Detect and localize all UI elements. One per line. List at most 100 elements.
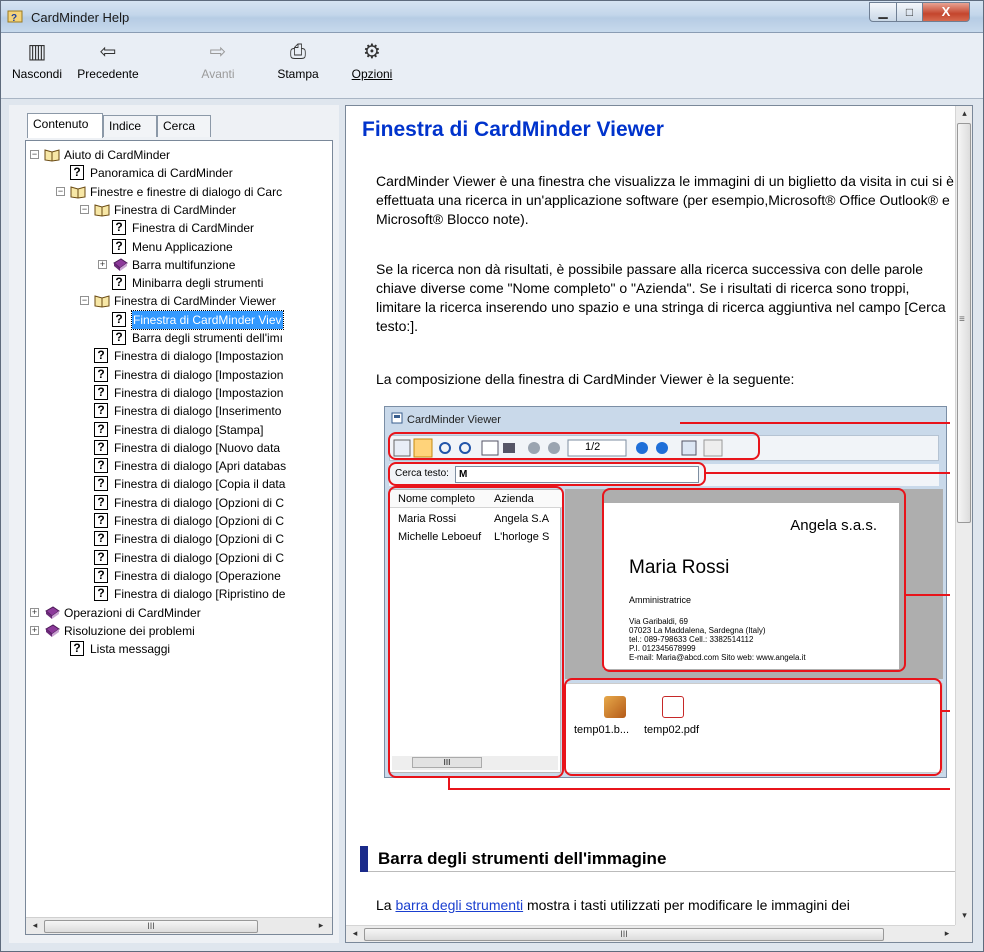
tree-item[interactable]: ? Finestra di dialogo [Operazione xyxy=(26,567,332,585)
tree-item[interactable]: ? Finestra di CardMinder Viev xyxy=(26,309,332,330)
tab-contents[interactable]: Contenuto xyxy=(27,113,103,138)
tree-item-label: Finestra di CardMinder Viev xyxy=(131,309,284,330)
forward-arrow-icon: ⇨ xyxy=(209,41,227,63)
callout-card xyxy=(602,488,906,672)
tree-item-label: Finestra di CardMinder Viewer xyxy=(114,294,276,309)
help-page-icon: ? xyxy=(94,421,108,437)
section-heading-toolbar: Barra degli strumenti dell'immagine xyxy=(360,846,956,872)
tree-item-label: Risoluzione dei problemi xyxy=(64,623,195,638)
tab-search[interactable]: Cerca xyxy=(157,115,211,137)
open-book-icon xyxy=(44,149,60,162)
title-bar[interactable]: ? CardMinder Help ▁ □ X xyxy=(1,1,983,33)
help-page-icon: ? xyxy=(94,567,108,583)
content-scroll-right-icon[interactable]: ▸ xyxy=(940,928,954,941)
tree-item[interactable]: + Barra multifunzione xyxy=(26,256,332,274)
scroll-thumb[interactable]: III xyxy=(44,920,258,933)
tree-item[interactable]: ? Finestra di dialogo [Impostazion xyxy=(26,366,332,384)
scroll-left-icon[interactable]: ◂ xyxy=(28,920,42,933)
tree-item[interactable]: + Risoluzione dei problemi xyxy=(26,622,332,640)
expand-icon[interactable]: + xyxy=(30,607,39,617)
scroll-up-icon[interactable]: ▴ xyxy=(958,108,971,122)
tree-item[interactable]: ? Finestra di dialogo [Ripristino de xyxy=(26,585,332,603)
help-page-icon: ? xyxy=(112,275,126,291)
tree-item-label: Finestra di dialogo [Copia il data xyxy=(114,477,286,492)
tree-item-label: Finestra di dialogo [Opzioni di C xyxy=(114,495,285,510)
layout-paragraph: La composizione della finestra di CardMi… xyxy=(376,371,795,387)
tree-item[interactable]: ? Menu Applicazione xyxy=(26,238,332,256)
expand-icon[interactable]: + xyxy=(30,625,39,635)
viewer-screenshot-figure: CardMinder Viewer 1/2 Cerca testo: M Nom… xyxy=(384,406,950,790)
expand-icon[interactable]: + xyxy=(98,259,107,269)
page-title: Finestra di CardMinder Viewer xyxy=(362,118,664,141)
tree-item[interactable]: ? Finestra di dialogo [Impostazion xyxy=(26,347,332,365)
scroll-down-icon[interactable]: ▾ xyxy=(958,910,971,924)
tree-item[interactable]: − Finestre e finestre di dialogo di Carc xyxy=(26,183,332,201)
collapse-icon[interactable]: − xyxy=(80,296,89,306)
help-page-icon: ? xyxy=(94,366,108,382)
closed-book-icon xyxy=(45,624,60,637)
back-button[interactable]: ⇦ Precedente xyxy=(69,37,147,81)
help-page-icon: ? xyxy=(94,476,108,492)
content-horizontal-scrollbar[interactable]: ◂ III ▸ xyxy=(346,925,956,942)
tree-item[interactable]: ? Finestra di dialogo [Copia il data xyxy=(26,475,332,493)
options-button[interactable]: ⚙ Opzioni xyxy=(345,37,399,81)
tree-item[interactable]: + Operazioni di CardMinder xyxy=(26,604,332,622)
tree-item[interactable]: ? Finestra di dialogo [Impostazion xyxy=(26,384,332,402)
collapse-icon[interactable]: − xyxy=(80,204,89,214)
callout-line-5b xyxy=(448,788,950,790)
tree-item[interactable]: ? Finestra di dialogo [Opzioni di C xyxy=(26,530,332,548)
printer-icon: ⎙ xyxy=(290,41,306,63)
tree-item[interactable]: ? Panoramica di CardMinder xyxy=(26,164,332,182)
collapse-icon[interactable]: − xyxy=(56,186,65,196)
tree-item[interactable]: − Finestra di CardMinder xyxy=(26,201,332,219)
content-vertical-scrollbar[interactable]: ▴ ≡ ▾ xyxy=(955,106,972,926)
tree-item[interactable]: ? Barra degli strumenti dell'imı xyxy=(26,329,332,347)
tree-item-label: Finestra di dialogo [Operazione xyxy=(114,568,281,583)
minimize-button[interactable]: ▁ xyxy=(869,2,897,22)
hide-button[interactable]: ▥ Nascondi xyxy=(3,37,71,81)
tree-item[interactable]: ? Finestra di dialogo [Nuovo data xyxy=(26,439,332,457)
intro-paragraph: CardMinder Viewer è una finestra che vis… xyxy=(376,173,954,227)
tree-item[interactable]: ? Finestra di dialogo [Stampa] xyxy=(26,421,332,439)
callout-files xyxy=(564,678,942,776)
tab-index[interactable]: Indice xyxy=(103,115,157,137)
tree-item[interactable]: ? Finestra di dialogo [Opzioni di C xyxy=(26,512,332,530)
tree-item-label: Finestre e finestre di dialogo di Carc xyxy=(90,184,283,199)
forward-button[interactable]: ⇨ Avanti xyxy=(191,37,245,81)
help-page-icon: ? xyxy=(94,494,108,510)
tree-horizontal-scrollbar[interactable]: ◂ III ▸ xyxy=(26,917,332,934)
help-page-icon: ? xyxy=(112,330,126,345)
contents-tree[interactable]: − Aiuto di CardMinder? Panoramica di CardM… xyxy=(25,140,333,935)
tree-item[interactable]: ? Finestra di dialogo [Apri databas xyxy=(26,457,332,475)
tree-item[interactable]: ? Lista messaggi xyxy=(26,640,332,658)
tree-item[interactable]: ? Finestra di dialogo [Opzioni di C xyxy=(26,549,332,567)
minimize-icon: ▁ xyxy=(878,5,888,19)
tree-item-label: Finestra di dialogo [Impostazion xyxy=(114,349,284,364)
tree-item[interactable]: ? Finestra di CardMinder xyxy=(26,219,332,237)
close-icon: X xyxy=(941,4,951,19)
vertical-scroll-thumb[interactable]: ≡ xyxy=(957,123,971,523)
help-page-icon: ? xyxy=(94,513,108,528)
tree-item[interactable]: ? Finestra di dialogo [Opzioni di C xyxy=(26,494,332,512)
callout-line-2 xyxy=(706,472,950,474)
callout-line-4 xyxy=(942,710,950,712)
window-title: CardMinder Help xyxy=(31,10,130,25)
tree-item-label: Finestra di dialogo [Impostazion xyxy=(114,367,284,382)
maximize-button[interactable]: □ xyxy=(896,2,923,22)
collapse-icon[interactable]: − xyxy=(30,150,39,159)
scroll-right-icon[interactable]: ▸ xyxy=(314,920,328,933)
tree-item[interactable]: ? Finestra di dialogo [Inserimento xyxy=(26,402,332,420)
tree-item-label: Finestra di dialogo [Opzioni di C xyxy=(114,550,285,565)
content-scroll-left-icon[interactable]: ◂ xyxy=(348,928,362,941)
content-scroll-thumb[interactable]: III xyxy=(364,928,884,941)
tree-item[interactable]: − Finestra di CardMinder Viewer xyxy=(26,292,332,310)
tree-item[interactable]: − Aiuto di CardMinder xyxy=(26,146,332,164)
tree-item-label: Operazioni di CardMinder xyxy=(64,605,201,620)
close-button[interactable]: X xyxy=(922,2,970,22)
help-page-icon: ? xyxy=(94,531,108,547)
print-button[interactable]: ⎙ Stampa xyxy=(271,37,325,81)
tree-item[interactable]: ? Minibarra degli strumenti xyxy=(26,274,332,292)
content-pane: Finestra di CardMinder Viewer CardMinder… xyxy=(345,105,973,943)
viewer-window-title: CardMinder Viewer xyxy=(407,414,501,426)
toolbar-link[interactable]: barra degli strumenti xyxy=(395,897,523,913)
